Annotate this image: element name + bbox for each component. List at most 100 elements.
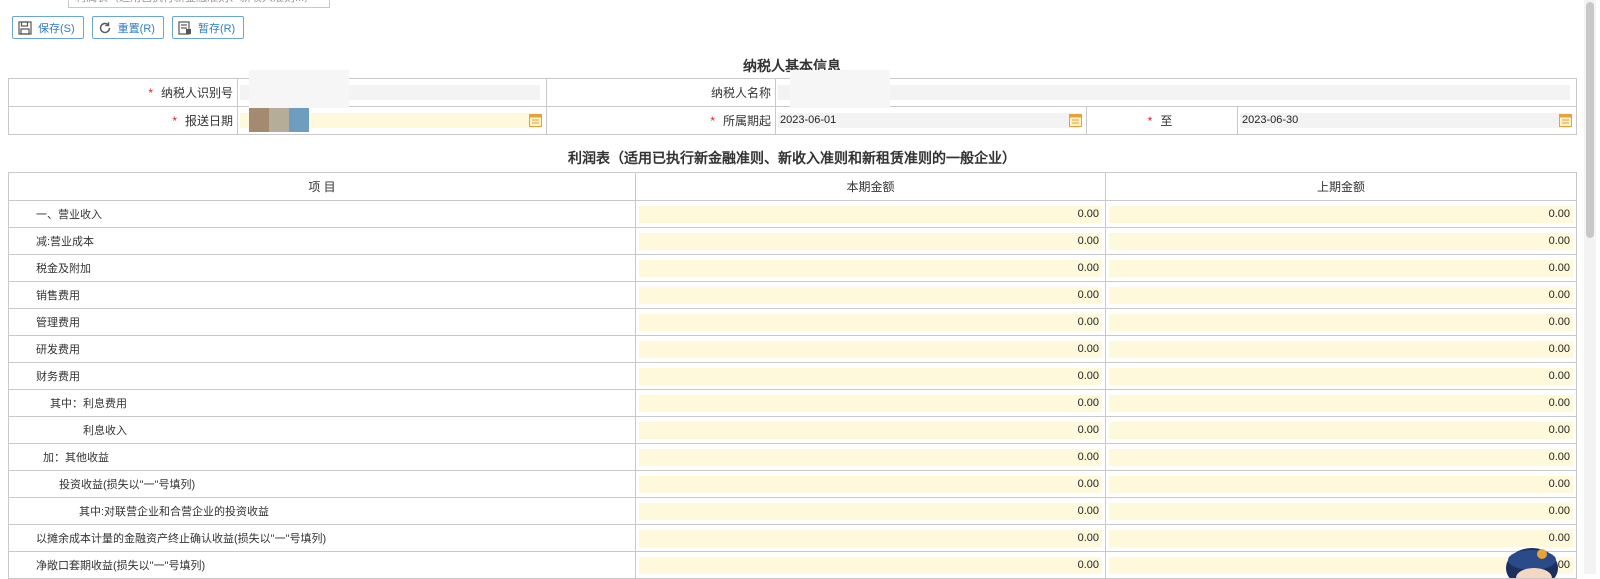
required-mark: *: [172, 114, 177, 128]
table-row: 管理费用 0.00 0.00: [8, 308, 1577, 336]
taxpayer-id-label: 纳税人识别号: [160, 86, 233, 100]
current-amount-input[interactable]: 0.00: [639, 502, 1102, 520]
current-amount-input[interactable]: 0.00: [639, 529, 1102, 547]
current-amount-input[interactable]: 0.00: [639, 286, 1102, 304]
required-mark: *: [710, 114, 715, 128]
current-amount-input[interactable]: 0.00: [639, 394, 1102, 412]
save-button[interactable]: 保存(S): [12, 16, 84, 39]
period-end-input[interactable]: 2023-06-30: [1240, 113, 1572, 128]
table-row: 其中:对联营企业和合营企业的投资收益 0.00 0.00: [8, 497, 1577, 525]
table-row: 加：其他收益 0.00 0.00: [8, 443, 1577, 471]
current-amount-input[interactable]: 0.00: [639, 421, 1102, 439]
report-date-label: 报送日期: [184, 114, 233, 128]
period-start-value: 2023-06-01: [780, 114, 837, 126]
current-amount-input[interactable]: 0.00: [639, 556, 1102, 574]
current-amount-input[interactable]: 0.00: [639, 367, 1102, 385]
table-row: 净敞口套期收益(损失以"一"号填列) 0.00 00: [8, 551, 1577, 579]
previous-amount-input[interactable]: 0.00: [1109, 286, 1573, 304]
taxpayer-name-field: [778, 85, 1570, 100]
calendar-icon[interactable]: [1559, 113, 1572, 127]
period-end-value: 2023-06-30: [1242, 114, 1299, 126]
table-row: 减:营业成本 0.00 0.00: [8, 227, 1577, 255]
column-header-previous: 上期金额: [1105, 172, 1577, 201]
save-icon: [18, 20, 32, 35]
table-row: 研发费用 0.00 0.00: [8, 335, 1577, 363]
reset-button-label: 重置(R): [117, 22, 155, 35]
save-button-label: 保存(S): [38, 22, 75, 35]
table-row: 以摊余成本计量的金融资产终止确认收益(损失以"一"号填列) 0.00 0.00: [8, 524, 1577, 552]
row-item-label: 财务费用: [8, 362, 636, 390]
period-end-label-cell: * 至: [1086, 106, 1238, 135]
required-mark: *: [1147, 114, 1153, 128]
scrollbar-thumb[interactable]: [1586, 2, 1594, 238]
current-amount-input[interactable]: 0.00: [639, 205, 1102, 223]
current-amount-input[interactable]: 0.00: [639, 259, 1102, 277]
table-row: 销售费用 0.00 0.00: [8, 281, 1577, 309]
previous-amount-input[interactable]: 0.00: [1109, 448, 1573, 466]
period-start-label: 所属期起: [722, 114, 771, 128]
draft-icon: [178, 20, 191, 35]
period-start-cell: 2023-06-01: [775, 106, 1087, 135]
current-amount-input[interactable]: 0.00: [639, 340, 1102, 358]
previous-amount-input[interactable]: 0.00: [1109, 259, 1573, 277]
previous-amount-input[interactable]: 0.00: [1109, 205, 1573, 223]
calendar-icon[interactable]: [1069, 113, 1082, 127]
period-end-cell: 2023-06-30: [1237, 106, 1577, 135]
redaction-mask: [249, 70, 349, 108]
reset-button[interactable]: 重置(R): [91, 16, 164, 39]
vertical-scrollbar[interactable]: [1584, 0, 1596, 574]
report-type-dropdown[interactable]: 利润表（适用已执行新金融准则、新收入准则...）: [68, 0, 330, 8]
previous-amount-input[interactable]: 0.00: [1109, 313, 1573, 331]
table-row: 其中：利息费用 0.00 0.00: [8, 389, 1577, 417]
row-item-label: 加：其他收益: [8, 443, 636, 471]
previous-amount-input[interactable]: 0.00: [1109, 502, 1573, 520]
refresh-icon: [99, 21, 110, 33]
row-item-label: 管理费用: [8, 308, 636, 336]
row-item-label: 利息收入: [8, 416, 636, 444]
row-item-label: 一、营业收入: [8, 200, 636, 228]
table-row: 一、营业收入 0.00 0.00: [8, 200, 1577, 228]
previous-amount-input[interactable]: 0.00: [1109, 421, 1573, 439]
redaction-mosaic: [249, 108, 309, 132]
current-amount-input[interactable]: 0.00: [639, 232, 1102, 250]
previous-amount-input[interactable]: 0.00: [1109, 394, 1573, 412]
taxpayer-id-label-cell: * 纳税人识别号: [8, 78, 238, 107]
period-start-label-cell: * 所属期起: [546, 106, 776, 135]
draft-button[interactable]: 暂存(R): [171, 16, 245, 39]
required-mark: *: [148, 86, 153, 100]
current-amount-input[interactable]: 0.00: [639, 313, 1102, 331]
period-end-label: 至: [1160, 114, 1173, 128]
previous-amount-input[interactable]: 0.00: [1109, 232, 1573, 250]
taxpayer-name-label-cell: 纳税人名称: [546, 78, 776, 107]
row-item-label: 减:营业成本: [8, 227, 636, 255]
table-row: 利息收入 0.00 0.00: [8, 416, 1577, 444]
row-item-label: 其中：利息费用: [8, 389, 636, 417]
table-row: 财务费用 0.00 0.00: [8, 362, 1577, 390]
income-statement-table: 项 目 本期金额 上期金额 一、营业收入 0.00 0.00 减:营业成本 0.00 0…: [8, 172, 1577, 579]
row-item-label: 税金及附加: [8, 254, 636, 282]
current-amount-input[interactable]: 0.00: [639, 448, 1102, 466]
row-item-label: 投资收益(损失以"一"号填列): [8, 470, 636, 498]
statement-title: 利润表（适用已执行新金融准则、新收入准则和新租赁准则的一般企业）: [568, 150, 1016, 166]
calendar-icon[interactable]: [529, 113, 542, 127]
assistant-avatar-icon[interactable]: [1500, 538, 1560, 578]
previous-amount-input[interactable]: 0.00: [1109, 340, 1573, 358]
previous-amount-input[interactable]: 0.00: [1109, 475, 1573, 493]
previous-amount-input[interactable]: 0.00: [1109, 367, 1573, 385]
report-date-label-cell: * 报送日期: [8, 106, 238, 135]
current-amount-input[interactable]: 0.00: [639, 475, 1102, 493]
table-row: 税金及附加 0.00 0.00: [8, 254, 1577, 282]
period-start-input[interactable]: 2023-06-01: [778, 113, 1082, 128]
draft-button-label: 暂存(R): [197, 22, 236, 35]
taxpayer-name-label: 纳税人名称: [710, 86, 771, 100]
toolbar: 保存(S) 重置(R) 暂存(R): [12, 16, 245, 39]
row-item-label: 研发费用: [8, 335, 636, 363]
row-item-label: 净敞口套期收益(损失以"一"号填列): [8, 551, 636, 579]
taxpayer-name-cell: [775, 78, 1577, 107]
redaction-mask: [790, 70, 890, 108]
column-header-item: 项 目: [8, 172, 636, 201]
row-item-label: 其中:对联营企业和合营企业的投资收益: [8, 497, 636, 525]
column-header-current: 本期金额: [635, 172, 1106, 201]
row-item-label: 以摊余成本计量的金融资产终止确认收益(损失以"一"号填列): [8, 524, 636, 552]
row-item-label: 销售费用: [8, 281, 636, 309]
